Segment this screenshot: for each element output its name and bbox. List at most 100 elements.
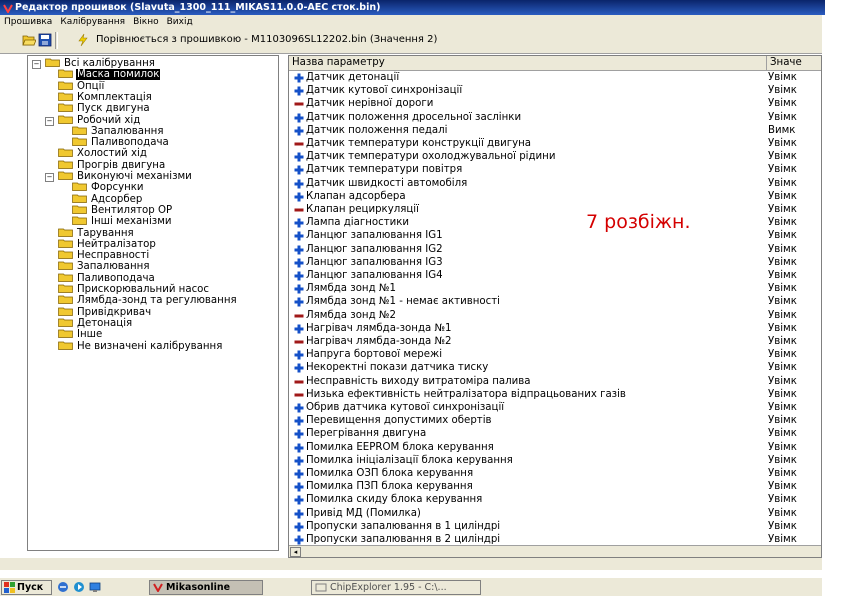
- taskbar-button-chipexplorer[interactable]: ChipExplorer 1.95 - C:\...: [311, 580, 481, 595]
- parameter-value: Увімк: [768, 428, 797, 440]
- parameter-row[interactable]: Датчик температури повітря Увімк: [289, 164, 821, 175]
- taskbar-button-mikasonline[interactable]: Mikasonline: [149, 580, 263, 595]
- folder-icon: [58, 262, 73, 271]
- parameter-row[interactable]: Датчик швидкості автомобіля Увімк: [289, 178, 821, 189]
- tree-node[interactable]: Лямбда-зонд та регулювання: [58, 295, 238, 307]
- parameter-row[interactable]: Датчик температури охолоджувальної рідин…: [289, 151, 821, 162]
- parameter-row[interactable]: Датчик положення педалі Вимк: [289, 125, 821, 136]
- tree-collapse-toggle[interactable]: −: [45, 173, 54, 182]
- parameter-row[interactable]: Несправність виходу витратоміра палива Ув…: [289, 376, 821, 387]
- parameter-row[interactable]: Датчик положення дросельної заслінки Увім…: [289, 112, 821, 123]
- tree-node[interactable]: Комплектація: [58, 92, 153, 104]
- parameter-list[interactable]: Назва параметру Значе Датчик детонації Ув…: [288, 55, 822, 558]
- parameter-row[interactable]: Помилка ініціалізації блока керування Уві…: [289, 455, 821, 466]
- open-folder-icon[interactable]: [22, 33, 36, 47]
- tree-node[interactable]: Не визначені калібрування: [58, 341, 223, 353]
- taskbar-label: Mikasonline: [166, 582, 231, 593]
- tree-node[interactable]: Пуск двигуна: [58, 103, 151, 115]
- tree-node[interactable]: Прискорювальний насос: [58, 284, 210, 296]
- parameter-row[interactable]: Лампа діагностики Увімк: [289, 217, 821, 228]
- tree-node[interactable]: Нейтралізатор: [58, 239, 157, 251]
- parameter-row[interactable]: Помилка EEPROM блока керування Увімк: [289, 442, 821, 453]
- desktop-icon[interactable]: [89, 581, 101, 593]
- parameter-row[interactable]: Датчик детонації Увімк: [289, 72, 821, 83]
- parameter-row[interactable]: Ланцюг запалювання IG2 Увімк: [289, 244, 821, 255]
- parameter-row[interactable]: Пропуски запалювання в 1 циліндрі Увімк: [289, 521, 821, 532]
- media-icon[interactable]: [73, 581, 85, 593]
- parameter-row[interactable]: Помилка ОЗП блока керування Увімк: [289, 468, 821, 479]
- parameter-row[interactable]: Датчик температури конструкції двигуна Ув…: [289, 138, 821, 149]
- tree-node[interactable]: Інші механізми: [72, 216, 173, 228]
- parameter-row[interactable]: Низька ефективність нейтралізатора відпр…: [289, 389, 821, 400]
- tree-node[interactable]: − Виконуючі механізми: [45, 171, 193, 183]
- parameter-name: Несправність виходу витратоміра палива: [306, 375, 531, 387]
- menu-window[interactable]: Вікно: [133, 17, 159, 27]
- parameter-row[interactable]: Перевищення допустимих обертів Увімк: [289, 415, 821, 426]
- tree-node[interactable]: Привідкривач: [58, 307, 152, 319]
- column-header-value[interactable]: Значе: [766, 56, 802, 70]
- start-button[interactable]: Пуск: [1, 580, 52, 595]
- parameter-row[interactable]: Перегрівання двигуна Увімк: [289, 428, 821, 439]
- tree-node[interactable]: Несправності: [58, 250, 150, 262]
- tree-node[interactable]: Тарування: [58, 228, 135, 240]
- tree-node[interactable]: Опції: [58, 81, 105, 93]
- folder-icon: [72, 137, 87, 146]
- parameter-row[interactable]: Датчик нерівної дороги Увімк: [289, 98, 821, 109]
- parameter-row[interactable]: Нагрівач лямбда-зонда №2 Увімк: [289, 336, 821, 347]
- parameter-name: Датчик швидкості автомобіля: [306, 177, 468, 189]
- compare-lightning-icon[interactable]: [76, 33, 90, 47]
- folder-icon: [58, 92, 73, 101]
- parameter-row[interactable]: Клапан адсорбера Увімк: [289, 191, 821, 202]
- parameter-row[interactable]: Ланцюг запалювання IG1 Увімк: [289, 230, 821, 241]
- plus-icon: [294, 126, 304, 136]
- tree-node[interactable]: Прогрів двигуна: [58, 160, 166, 172]
- parameter-row[interactable]: Помилка скиду блока керування Увімк: [289, 494, 821, 505]
- calibration-tree[interactable]: − Всі калібрування Маска помилок Опції Компл…: [27, 55, 279, 551]
- parameter-row[interactable]: Некоректні покази датчика тиску Увімк: [289, 362, 821, 373]
- menu-exit[interactable]: Вихід: [167, 17, 193, 27]
- tree-collapse-toggle[interactable]: −: [45, 116, 54, 126]
- parameter-row[interactable]: Пропуски запалювання в 2 циліндрі Увімк: [289, 534, 821, 545]
- tree-node[interactable]: − Робочий хід: [45, 115, 141, 127]
- tree-node[interactable]: Запалювання: [58, 261, 150, 273]
- tree-node[interactable]: Запалювання: [72, 126, 164, 138]
- parameter-row[interactable]: Напруга бортової мережі Увімк: [289, 349, 821, 360]
- parameter-name: Датчик положення дросельної заслінки: [306, 111, 522, 123]
- tree-node-label: Адсорбер: [91, 193, 143, 205]
- parameter-name: Помилка ОЗП блока керування: [306, 468, 474, 479]
- tree-node[interactable]: Детонація: [58, 318, 133, 330]
- parameter-row[interactable]: Помилка ПЗП блока керування Увімк: [289, 481, 821, 492]
- save-icon[interactable]: [38, 33, 52, 47]
- parameter-value: Увімк: [768, 190, 797, 202]
- parameter-row[interactable]: Ланцюг запалювання IG4 Увімк: [289, 270, 821, 281]
- menu-calibration[interactable]: Калібрування: [60, 17, 125, 27]
- parameter-row[interactable]: Ланцюг запалювання IG3 Увімк: [289, 257, 821, 268]
- parameter-value: Увімк: [768, 85, 797, 97]
- parameter-row[interactable]: Нагрівач лямбда-зонда №1 Увімк: [289, 323, 821, 334]
- tree-node[interactable]: Адсорбер: [72, 194, 143, 206]
- tree-node[interactable]: Інше: [58, 329, 103, 341]
- tree-collapse-toggle[interactable]: −: [32, 60, 41, 69]
- menu-firmware[interactable]: Прошивка: [4, 17, 52, 27]
- parameter-row[interactable]: Датчик кутової синхронізації Увімк: [289, 85, 821, 96]
- scroll-left-button[interactable]: ◂: [290, 547, 301, 557]
- tree-node[interactable]: Форсунки: [72, 182, 145, 194]
- tree-node[interactable]: − Всі калібрування: [32, 58, 156, 70]
- folder-icon: [72, 216, 87, 226]
- column-header-name[interactable]: Назва параметру: [292, 56, 385, 70]
- horizontal-scrollbar[interactable]: ◂: [289, 545, 821, 557]
- parameter-row[interactable]: Клапан рециркуляції Увімк: [289, 204, 821, 215]
- plus-icon: [294, 231, 304, 241]
- tree-node[interactable]: Холостий хід: [58, 148, 148, 160]
- parameter-row[interactable]: Лямбда зонд №2 Увімк: [289, 310, 821, 321]
- parameter-row[interactable]: Привід МД (Помилка) Увімк: [289, 508, 821, 519]
- parameter-row[interactable]: Лямбда зонд №1 - немає активності Увімк: [289, 296, 821, 307]
- plus-icon: [294, 258, 304, 268]
- tree-node[interactable]: Маска помилок: [58, 69, 161, 81]
- plus-icon: [294, 152, 304, 162]
- parameter-row[interactable]: Лямбда зонд №1 Увімк: [289, 283, 821, 294]
- parameter-name: Низька ефективність нейтралізатора відпр…: [306, 388, 626, 400]
- ie-icon[interactable]: [57, 581, 69, 593]
- parameter-row[interactable]: Обрив датчика кутової синхронізації Увімк: [289, 402, 821, 413]
- tree-node[interactable]: Паливоподача: [58, 273, 156, 285]
